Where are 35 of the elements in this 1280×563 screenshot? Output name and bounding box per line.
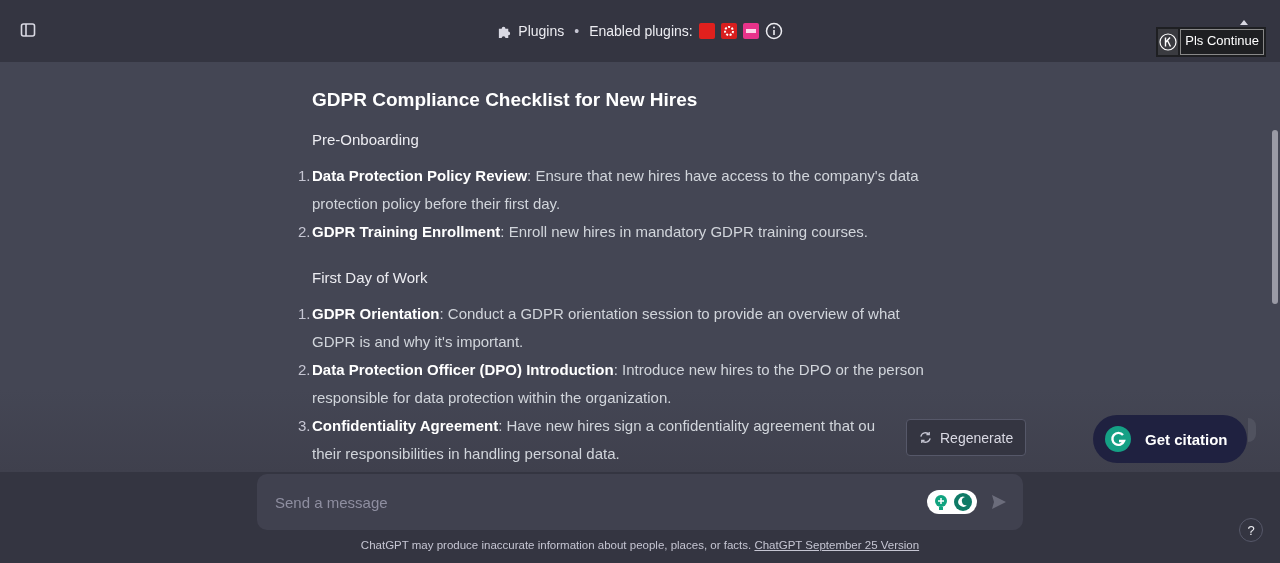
refresh-icon (919, 431, 932, 444)
composer-field[interactable]: Send a message (257, 474, 1023, 530)
caret-icon (1240, 20, 1248, 25)
regenerate-button[interactable]: Regenerate (906, 419, 1027, 456)
section-heading: First Day of Work (312, 268, 429, 288)
moon-icon (954, 493, 972, 511)
list-number: 1. (298, 166, 311, 186)
version-link[interactable]: ChatGPT September 25 Version (754, 539, 920, 551)
extension-badge[interactable] (927, 490, 977, 514)
disclaimer-text: ChatGPT may produce inaccurate information about people, places, or facts. ChatGPT September 25 Version (360, 539, 920, 551)
list-number: 3. (298, 416, 311, 436)
list-item-text: Confidentiality Agreement: Have new hires sign a confidentiality agreement that ou their responsibilities in handling personal data. (312, 416, 876, 464)
list-number: 1. (298, 304, 311, 324)
enabled-plugins-label: Enabled plugins: (589, 23, 693, 39)
k-logo-icon[interactable] (1159, 33, 1178, 51)
info-icon[interactable] (764, 22, 783, 40)
separator-dot: • (574, 23, 580, 39)
list-number: 2. (298, 222, 311, 242)
document-title: GDPR Compliance Checklist for New Hires (312, 88, 699, 112)
grammarly-logo-icon (1105, 426, 1131, 452)
continue-button[interactable]: Pls Continue (1180, 29, 1264, 55)
lightbulb-icon (932, 493, 950, 511)
scrollbar[interactable] (1272, 130, 1278, 304)
list-item-text: Data Protection Officer (DPO) Introduction: Introduce new hires to the DPO or the person responsible for data protection within the organization. (312, 360, 924, 408)
sidebar-toggle-icon[interactable] (20, 22, 36, 38)
plugins-label: Plugins (518, 23, 565, 39)
list-number: 2. (298, 360, 311, 380)
list-item-text: GDPR Orientation: Conduct a GDPR orientation session to provide an overview of what GDPR is and why it's important. (312, 304, 900, 352)
list-item-text: GDPR Training Enrollment: Enroll new hires in mandatory GDPR training courses. (312, 222, 868, 242)
plugin-icon[interactable] (720, 23, 737, 39)
section-heading: Pre-Onboarding (312, 130, 420, 150)
get-citation-button[interactable]: Get citation (1093, 415, 1247, 463)
message-field[interactable]: Send a message (273, 492, 927, 512)
seo-plugin-icon[interactable] (742, 23, 759, 39)
list-item-text: Data Protection Policy Review: Ensure that new hires have access to the company's data protection policy before their first day. (312, 166, 919, 214)
